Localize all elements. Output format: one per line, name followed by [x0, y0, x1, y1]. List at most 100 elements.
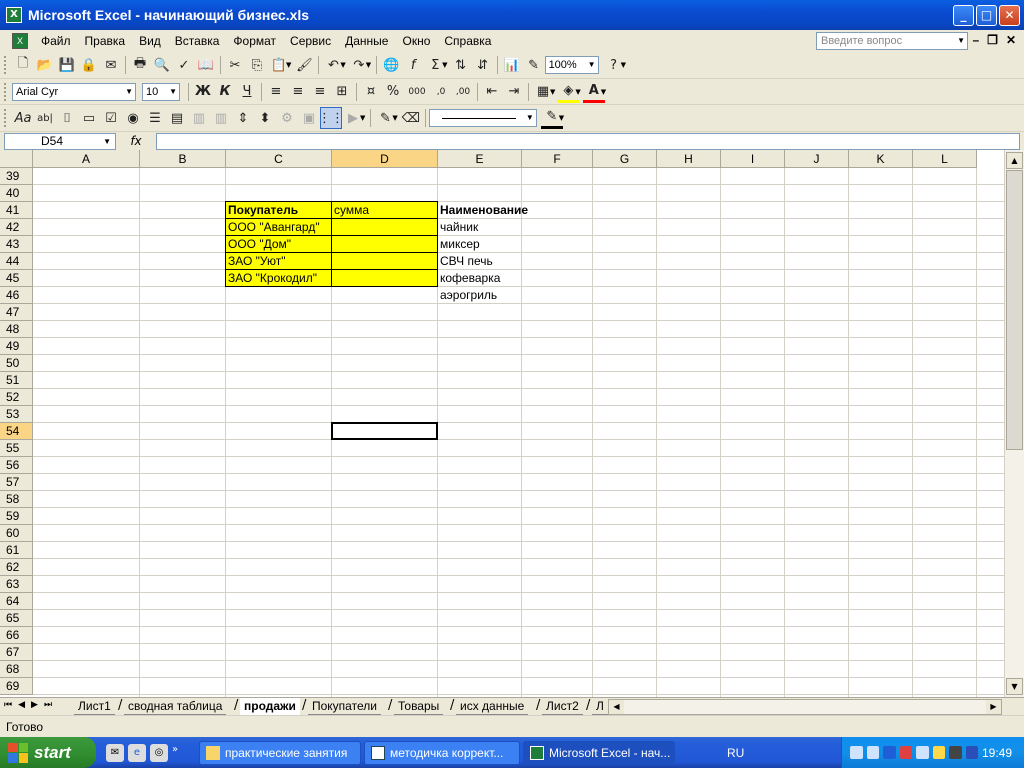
- doc-restore-button[interactable]: ❐: [987, 33, 998, 47]
- volume-icon[interactable]: [949, 746, 962, 759]
- row-header-48[interactable]: 48: [0, 321, 33, 338]
- merge-center-icon[interactable]: ⊞: [331, 81, 353, 103]
- sheet-tab-4[interactable]: Товары: [394, 698, 444, 715]
- cell-e43[interactable]: миксер: [438, 236, 522, 253]
- row-header-63[interactable]: 63: [0, 576, 33, 593]
- column-header-k[interactable]: K: [849, 150, 913, 168]
- menu-view[interactable]: Вид: [132, 34, 168, 48]
- title-bar[interactable]: X Microsoft Excel - начинающий бизнес.xl…: [0, 0, 1024, 30]
- column-header-a[interactable]: A: [33, 150, 140, 168]
- option-button-icon[interactable]: ◉: [122, 107, 144, 129]
- scroll-right-icon[interactable]: ▶: [986, 700, 1001, 714]
- currency-icon[interactable]: ¤: [360, 81, 382, 103]
- textfield-icon[interactable]: ab|: [34, 107, 56, 129]
- sheet-tab-6[interactable]: Лист2: [542, 698, 583, 715]
- align-left-icon[interactable]: ≡: [265, 81, 287, 103]
- row-header-66[interactable]: 66: [0, 627, 33, 644]
- print-icon[interactable]: 🖶: [129, 54, 151, 76]
- row-header-52[interactable]: 52: [0, 389, 33, 406]
- column-header-g[interactable]: G: [593, 150, 657, 168]
- cell-e46[interactable]: аэрогриль: [438, 287, 522, 304]
- start-button[interactable]: start: [0, 737, 96, 768]
- row-header-67[interactable]: 67: [0, 644, 33, 661]
- row-header-59[interactable]: 59: [0, 508, 33, 525]
- row-header-61[interactable]: 61: [0, 542, 33, 559]
- save-icon[interactable]: 💾: [56, 54, 78, 76]
- document-icon[interactable]: X: [12, 33, 28, 49]
- research-icon[interactable]: 📖: [195, 54, 217, 76]
- menu-data[interactable]: Данные: [338, 34, 395, 48]
- prev-sheet-icon[interactable]: ◀: [18, 700, 25, 710]
- checkbox-icon[interactable]: ☑: [100, 107, 122, 129]
- chevron-down-icon[interactable]: ▼: [340, 61, 345, 69]
- chevron-down-icon[interactable]: ▼: [442, 61, 447, 69]
- chart-wizard-icon[interactable]: 📊: [501, 54, 523, 76]
- row-header-53[interactable]: 53: [0, 406, 33, 423]
- menu-help[interactable]: Справка: [437, 34, 498, 48]
- menu-window[interactable]: Окно: [395, 34, 437, 48]
- row-header-55[interactable]: 55: [0, 440, 33, 457]
- drawing-icon[interactable]: ✎: [523, 54, 545, 76]
- language-indicator[interactable]: RU: [727, 746, 744, 760]
- eraser-icon[interactable]: ⌫: [400, 107, 422, 129]
- row-header-39[interactable]: 39: [0, 168, 33, 185]
- column-header-l[interactable]: L: [913, 150, 977, 168]
- column-header-f[interactable]: F: [522, 150, 593, 168]
- network-icon[interactable]: [866, 746, 879, 759]
- menu-edit[interactable]: Правка: [78, 34, 133, 48]
- book-icon[interactable]: [916, 746, 929, 759]
- sheet-tab-0[interactable]: Лист1: [74, 698, 115, 715]
- zoom-select[interactable]: 100% ▼: [544, 56, 599, 74]
- sheet-tab-3[interactable]: Покупатели: [308, 698, 381, 715]
- combo-list-icon[interactable]: ▥: [188, 107, 210, 129]
- sort-asc-icon[interactable]: ⇅: [450, 54, 472, 76]
- chevron-down-icon[interactable]: ▼: [957, 33, 965, 49]
- sheet-tab-1[interactable]: сводная таблица: [124, 698, 227, 715]
- label-icon[interactable]: Aa: [12, 107, 34, 129]
- new-icon[interactable]: 🗋: [12, 54, 34, 76]
- maximize-button[interactable]: □: [976, 5, 997, 26]
- sort-desc-icon[interactable]: ⇵: [472, 54, 494, 76]
- minimize-button[interactable]: _: [953, 5, 974, 26]
- horizontal-scrollbar[interactable]: ◀ ▶: [608, 699, 1002, 715]
- formula-input[interactable]: [156, 132, 1020, 150]
- sheet-tab-7[interactable]: Л: [592, 698, 608, 715]
- bold-button[interactable]: Ж: [192, 81, 214, 103]
- worksheet-grid[interactable]: A B C D E F G H I J K L 39 40 41 42 43 44 45 46 47 48 49 50 51 52…: [0, 150, 1004, 697]
- row-header-62[interactable]: 62: [0, 559, 33, 576]
- spinner-icon[interactable]: ⬍: [254, 107, 276, 129]
- menu-tools[interactable]: Сервис: [283, 34, 338, 48]
- cell-e45[interactable]: кофеварка: [438, 270, 522, 287]
- edit-code-icon[interactable]: ▣: [298, 107, 320, 129]
- chevron-down-icon[interactable]: ▼: [392, 114, 397, 122]
- more-quicklaunch-icon[interactable]: »: [172, 744, 178, 762]
- column-header-c[interactable]: C: [226, 150, 332, 168]
- row-header-44[interactable]: 44: [0, 253, 33, 270]
- percent-button[interactable]: %: [382, 81, 404, 103]
- excel-app-icon[interactable]: X: [6, 7, 22, 23]
- line-style-select[interactable]: ▼: [428, 109, 537, 127]
- menu-format[interactable]: Формат: [226, 34, 283, 48]
- permission-icon[interactable]: 🔒: [78, 54, 100, 76]
- decrease-decimal-icon[interactable]: ,00: [452, 81, 474, 103]
- font-size-select[interactable]: 10 ▼: [142, 82, 180, 101]
- row-header-56[interactable]: 56: [0, 457, 33, 474]
- chevron-down-icon[interactable]: ▼: [550, 88, 555, 96]
- chevron-down-icon[interactable]: ▼: [103, 134, 111, 149]
- row-header-49[interactable]: 49: [0, 338, 33, 355]
- underline-button[interactable]: Ч: [236, 81, 258, 103]
- scroll-up-icon[interactable]: ▲: [1006, 152, 1023, 169]
- outlook-icon[interactable]: ✉: [106, 743, 124, 762]
- toolbar-grip[interactable]: [4, 56, 8, 74]
- row-header-47[interactable]: 47: [0, 304, 33, 321]
- row-header-42[interactable]: 42: [0, 219, 33, 236]
- first-sheet-icon[interactable]: ⏮: [4, 700, 12, 710]
- cell-e41[interactable]: Наименование: [438, 202, 528, 219]
- scrollbar-icon[interactable]: ⇕: [232, 107, 254, 129]
- row-header-64[interactable]: 64: [0, 593, 33, 610]
- chevron-down-icon[interactable]: ▼: [169, 84, 177, 100]
- row-header-57[interactable]: 57: [0, 474, 33, 491]
- taskbar-item-word[interactable]: методичка коррект...: [364, 740, 520, 765]
- close-button[interactable]: ✕: [999, 5, 1020, 26]
- next-sheet-icon[interactable]: ▶: [31, 700, 38, 710]
